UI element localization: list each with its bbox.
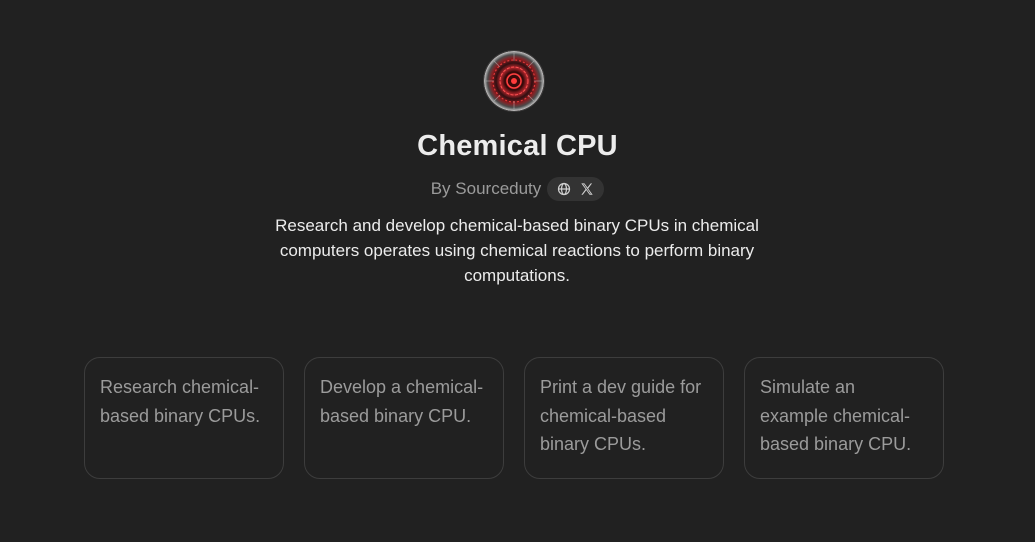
- gpt-landing: Chemical CPU By Sourceduty Research and …: [0, 0, 1035, 542]
- author-label: By Sourceduty: [430, 179, 542, 198]
- starter-card[interactable]: Develop a chemical-based binary CPU.: [304, 357, 504, 479]
- x-logo-icon[interactable]: [579, 181, 595, 197]
- starter-card[interactable]: Print a dev guide for chemical-based bin…: [524, 357, 724, 479]
- social-links: [547, 177, 605, 201]
- starter-card[interactable]: Simulate an example chemical-based binar…: [744, 357, 944, 479]
- conversation-starters: Research chemical-based binary CPUs. Dev…: [84, 357, 944, 479]
- gpt-description: Research and develop chemical-based bina…: [275, 216, 759, 285]
- gpt-byline: By Sourceduty: [0, 177, 1035, 201]
- globe-icon[interactable]: [556, 181, 572, 197]
- starter-card[interactable]: Research chemical-based binary CPUs.: [84, 357, 284, 479]
- gpt-avatar: [484, 51, 544, 111]
- gpt-title: Chemical CPU: [417, 130, 618, 162]
